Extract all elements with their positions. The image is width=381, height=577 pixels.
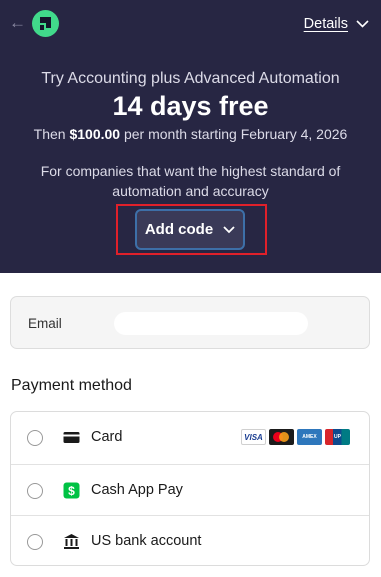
price-line: Then $100.00 per month starting February… <box>0 126 381 142</box>
amex-logo: AMEX <box>297 429 322 445</box>
add-code-label: Add code <box>144 221 214 238</box>
mastercard-logo <box>269 429 294 445</box>
bank-icon <box>63 533 80 550</box>
price-amount: $100.00 <box>69 126 121 142</box>
details-toggle[interactable]: Details <box>304 14 369 34</box>
offer-headline: 14 days free <box>112 91 269 121</box>
bank-radio[interactable] <box>27 534 43 550</box>
offer-subtitle: Try Accounting plus Advanced Automation <box>41 70 340 87</box>
price-prefix: Then <box>33 126 66 142</box>
offer-description: For companies that want the highest stan… <box>40 163 341 199</box>
payment-option-bank[interactable]: US bank account <box>11 515 369 565</box>
chevron-down-icon <box>223 225 235 233</box>
add-code-button[interactable]: Add code <box>135 209 245 250</box>
email-section: Email <box>10 296 370 349</box>
bank-label: US bank account <box>91 533 202 549</box>
email-field[interactable] <box>114 312 308 335</box>
visa-logo: VISA <box>241 429 266 445</box>
payment-option-card[interactable]: Card VISA AMEX UP <box>11 412 369 463</box>
credit-card-icon <box>63 429 80 446</box>
price-suffix: per month starting February 4, 2026 <box>123 126 348 142</box>
card-label: Card <box>91 429 123 445</box>
svg-text:$: $ <box>68 484 75 498</box>
cash-app-label: Cash App Pay <box>91 482 183 498</box>
cash-app-radio[interactable] <box>27 483 43 499</box>
offer-header: ← Details Try Accounting plus Advanced A… <box>0 0 381 273</box>
cash-app-icon: $ <box>63 482 80 499</box>
details-label[interactable]: Details <box>304 16 348 32</box>
payment-option-cash-app[interactable]: $ Cash App Pay <box>11 464 369 515</box>
chevron-down-icon <box>356 20 369 28</box>
arrow-left-icon[interactable]: ← <box>9 14 27 32</box>
payment-method-list: Card VISA AMEX UP $ Cash App Pay US bank… <box>10 411 370 566</box>
card-brands: VISA AMEX UP <box>241 429 350 445</box>
email-label: Email <box>28 316 62 331</box>
card-radio[interactable] <box>27 430 43 446</box>
unionpay-logo: UP <box>325 429 350 445</box>
brand-logo-icon <box>32 10 59 37</box>
payment-method-title: Payment method <box>11 377 132 394</box>
